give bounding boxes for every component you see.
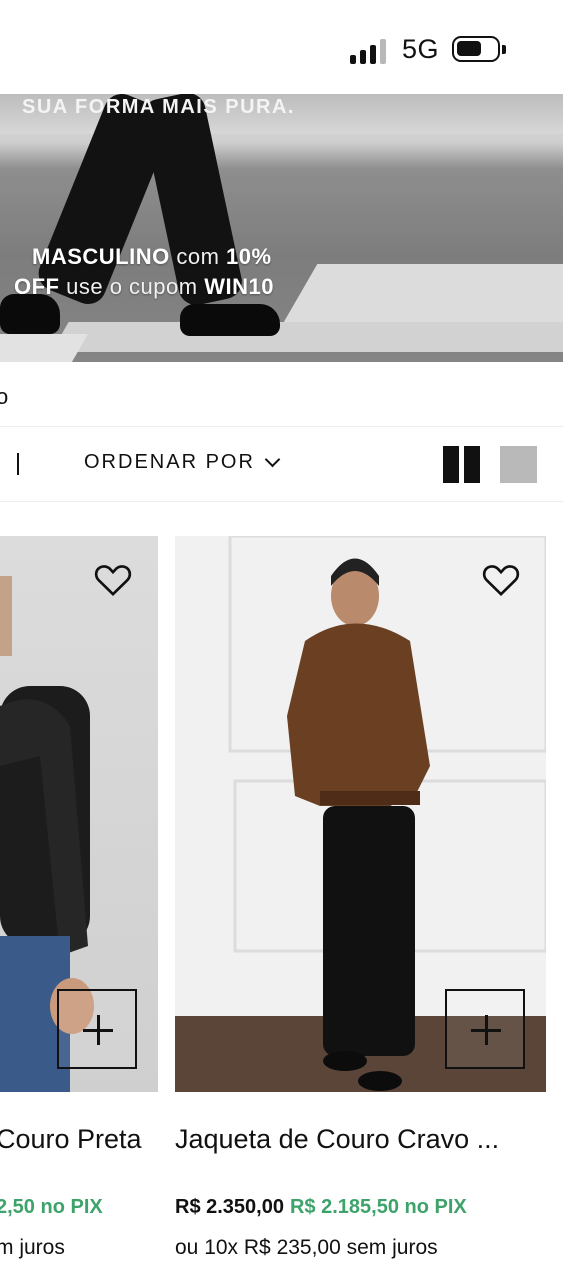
model-shoe-left	[0, 294, 60, 334]
promo-word-masculino: MASCULINO	[32, 244, 170, 269]
promo-word-cupom: use o cupom	[59, 274, 205, 299]
promo-discount: 10%	[226, 244, 272, 269]
chevron-down-icon	[264, 451, 281, 468]
breadcrumb-text[interactable]: o	[0, 384, 8, 410]
installments: m juros	[0, 1236, 65, 1259]
product-image[interactable]	[0, 536, 158, 1092]
add-to-cart-button[interactable]	[57, 989, 137, 1069]
sort-dropdown[interactable]: ORDENAR POR	[84, 451, 281, 474]
product-title[interactable]: Jaqueta de Couro Cravo ...	[175, 1124, 499, 1155]
promo-word-com: com	[169, 244, 227, 269]
installments: ou 10x R$ 235,00 sem juros	[175, 1236, 438, 1259]
network-label: 5G	[402, 34, 440, 64]
filter-toolbar: ORDENAR POR	[0, 427, 563, 502]
add-to-cart-button[interactable]	[445, 989, 525, 1069]
banner-promo-line1: MASCULINO com 10%	[32, 244, 272, 270]
product-price: R$ 2.350,00 R$ 2.185,50 no PIX	[175, 1196, 467, 1219]
battery-icon	[452, 36, 506, 62]
breadcrumb: o	[0, 378, 563, 427]
promo-word-off: OFF	[14, 274, 60, 299]
grid-2-icon[interactable]	[443, 446, 480, 483]
heart-icon[interactable]	[92, 560, 134, 600]
toolbar-divider	[17, 453, 19, 475]
price-regular: R$ 2.350,00	[175, 1196, 284, 1218]
banner-promo-line2: OFF use o cupom WIN10	[14, 274, 274, 300]
banner-tagline: SUA FORMA MAIS PURA.	[22, 96, 295, 118]
heart-icon[interactable]	[480, 560, 522, 600]
promo-code: WIN10	[204, 274, 274, 299]
grid-1-icon[interactable]	[500, 446, 537, 483]
sort-label: ORDENAR POR	[84, 451, 255, 473]
signal-icon	[350, 38, 390, 64]
price-pix: R$ 2.185,50 no PIX	[289, 1196, 467, 1218]
product-image[interactable]	[175, 536, 546, 1092]
promo-banner[interactable]: SUA FORMA MAIS PURA. MASCULINO com 10% O…	[0, 94, 563, 362]
product-price: 2,50 no PIX	[0, 1196, 103, 1219]
status-bar: 5G	[0, 0, 563, 94]
product-title[interactable]: Couro Preta	[0, 1124, 142, 1155]
price-pix: 2,50 no PIX	[0, 1196, 103, 1218]
model-shoe-right	[180, 304, 280, 336]
